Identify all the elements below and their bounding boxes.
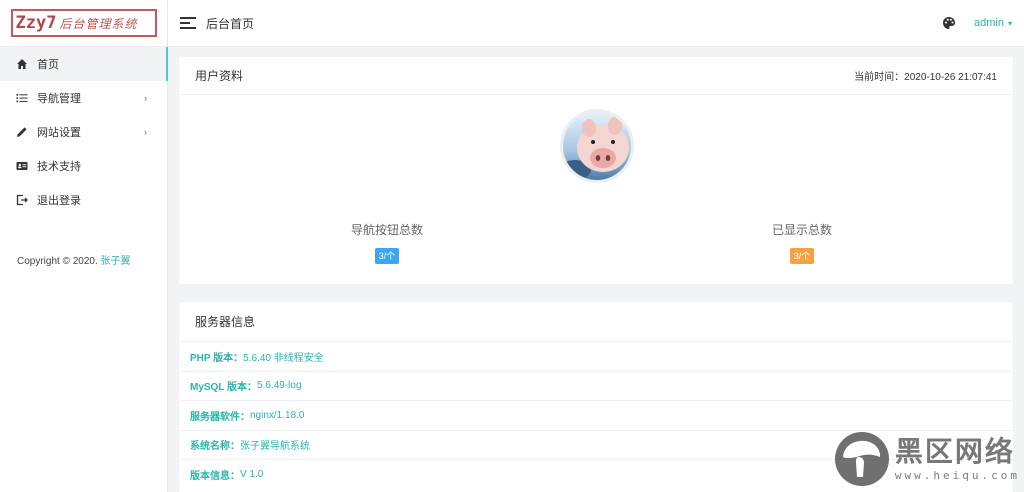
info-value: V 1.0 <box>240 469 264 481</box>
home-icon <box>16 58 28 70</box>
info-value: 5.6.49-log <box>257 380 302 392</box>
logout-icon <box>16 194 28 206</box>
stat-badge: 3/个 <box>789 248 815 264</box>
stat-displayed: 已显示总数 3/个 <box>722 221 882 264</box>
chevron-right-icon: › <box>144 93 147 103</box>
copyright-author-link[interactable]: 张子翼 <box>101 256 131 267</box>
sidebar-item-nav-manage[interactable]: 导航管理 › <box>0 81 167 115</box>
palette-icon[interactable] <box>942 16 956 30</box>
info-key: 版本信息： <box>190 471 240 483</box>
info-key: MySQL 版本： <box>190 382 258 394</box>
info-row: PHP 版本： 5.6.40 非线程安全 <box>179 342 1013 372</box>
current-time-label: 当前时间： <box>854 72 905 83</box>
watermark-url: www.heiqu.com <box>894 468 1020 482</box>
copyright-text: Copyright © 2020. <box>17 256 98 267</box>
current-time: 当前时间：2020-10-26 21:07:41 <box>854 68 997 83</box>
stat-nav-buttons: 导航按钮总数 3/个 <box>307 221 467 264</box>
watermark-brand: 黑区网络 <box>894 434 1015 468</box>
server-card-header: 服务器信息 <box>179 302 1013 342</box>
list-icon <box>16 92 28 104</box>
logo-sub-text: 后台管理系统 <box>59 16 138 31</box>
caret-down-icon: ▾ <box>1007 18 1012 28</box>
info-key: 系统名称： <box>190 441 240 453</box>
watermark: 黑区网络 www.heiqu.com <box>833 430 1020 488</box>
profile-card-title: 用户资料 <box>195 69 244 83</box>
profile-card: 用户资料 当前时间：2020-10-26 21:07:41 导航按钮总数 3/个… <box>179 57 1013 284</box>
logo-box: Zzy7 后台管理系统 <box>10 9 157 37</box>
sidebar-nav: 首页 导航管理 › 网站设置 › 技术支持 退出登录 <box>0 47 168 217</box>
sidebar-item-home[interactable]: 首页 <box>0 47 168 81</box>
sidebar-item-label: 退出登录 <box>37 195 81 207</box>
info-value: 5.6.40 非线程安全 <box>243 352 324 364</box>
info-row: MySQL 版本： 5.6.49-log <box>179 372 1013 401</box>
sidebar-item-label: 首页 <box>37 59 59 71</box>
watermark-text: 黑区网络 www.heiqu.com <box>894 434 1020 482</box>
info-key: PHP 版本： <box>190 352 244 364</box>
pencil-icon <box>16 126 28 138</box>
username: admin <box>974 17 1004 29</box>
stat-label: 已显示总数 <box>771 223 832 237</box>
sidebar: Zzy7 后台管理系统 首页 导航管理 › 网站设置 › 技术支持 退出登录 C… <box>0 0 168 492</box>
top-header: 后台首页 admin ▾ <box>168 0 1024 47</box>
info-value: nginx/1.18.0 <box>250 409 305 421</box>
info-value: 张子翼导航系统 <box>240 441 310 453</box>
current-time-value: 2020-10-26 21:07:41 <box>904 72 997 83</box>
contact-card-icon <box>16 160 28 172</box>
sidebar-item-label: 导航管理 <box>37 93 81 105</box>
chevron-right-icon: › <box>144 127 147 137</box>
server-card-title: 服务器信息 <box>195 315 256 329</box>
stat-badge: 3/个 <box>374 248 400 264</box>
menu-toggle-icon[interactable] <box>180 17 196 29</box>
sidebar-item-label: 网站设置 <box>37 127 81 139</box>
sidebar-item-label: 技术支持 <box>37 161 81 173</box>
page-title: 后台首页 <box>206 16 255 31</box>
info-row: 服务器软件： nginx/1.18.0 <box>179 401 1013 431</box>
stat-label: 导航按钮总数 <box>350 223 423 237</box>
sidebar-item-tech-support[interactable]: 技术支持 <box>0 149 167 183</box>
profile-card-header: 用户资料 当前时间：2020-10-26 21:07:41 <box>179 57 1013 95</box>
logo-main-text: Zzy7 <box>15 13 57 33</box>
info-key: 服务器软件： <box>190 411 250 423</box>
sidebar-item-site-settings[interactable]: 网站设置 › <box>0 115 167 149</box>
copyright: Copyright © 2020. 张子翼 <box>17 252 131 267</box>
sidebar-item-logout[interactable]: 退出登录 <box>0 183 167 217</box>
logo[interactable]: Zzy7 后台管理系统 <box>0 0 167 47</box>
mushroom-logo-icon <box>833 430 891 488</box>
user-menu[interactable]: admin ▾ <box>974 17 1012 29</box>
avatar <box>560 109 634 183</box>
